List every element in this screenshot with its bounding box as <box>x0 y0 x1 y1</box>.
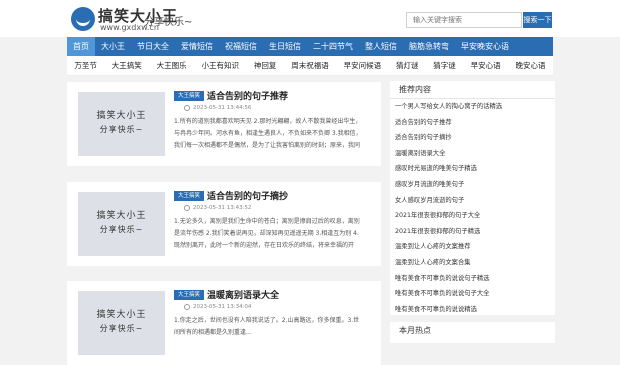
nav-item-morning-night[interactable]: 早安晚安心语 <box>455 37 515 56</box>
thumbnail-title: 搞笑大小王 <box>96 310 147 320</box>
main-nav: 首页 大小王 节日大全 爱情短信 祝福短信 生日短信 二十四节气 整人短信 脑筋… <box>67 37 553 56</box>
recommended-item[interactable]: 唯有美食不可辜负的说说精选 <box>390 302 555 318</box>
article-thumbnail[interactable]: 搞笑大小王 分享快乐~ <box>78 291 165 355</box>
article-card: 搞笑大小王 分享快乐~ 大王搞笑 适合告别的句子摘抄 2023-05-31 13… <box>67 182 381 266</box>
slogan: 分享快乐~ <box>144 17 193 28</box>
subnav-item[interactable]: 神回复 <box>254 60 277 71</box>
subnav-item[interactable]: 大王图乐 <box>157 60 187 71</box>
recommended-item[interactable]: 唯有美食不可辜负的说说句子精选 <box>390 271 555 287</box>
article-date: 2023-05-31 13:34:04 <box>193 304 252 310</box>
thumbnail-slogan: 分享快乐~ <box>99 225 144 234</box>
article-card: 搞笑大小王 分享快乐~ 大王搞笑 适合告别的句子推荐 2023-05-31 13… <box>67 82 381 166</box>
article-card: 搞笑大小王 分享快乐~ 大王搞笑 温暖离别语录大全 2023-05-31 13:… <box>67 281 381 365</box>
article-category-tag[interactable]: 大王搞笑 <box>174 91 204 101</box>
subnav-item[interactable]: 大王搞笑 <box>112 60 142 71</box>
site-header: 搞笑大小王 www.gxdxw.cn 分享快乐~ 搜索一下 <box>0 0 620 37</box>
nav-item-home[interactable]: 首页 <box>67 37 95 56</box>
article-thumbnail[interactable]: 搞笑大小王 分享快乐~ <box>78 192 165 256</box>
search-button[interactable]: 搜索一下 <box>523 12 552 28</box>
recommended-sidebar: 推荐内容 一个男人写给女人的掏心窝子的话精选 适合告别的句子推荐 适合告别的句子… <box>390 81 555 315</box>
hot-title: 本月热点 <box>399 326 431 335</box>
nav-item-birthday-sms[interactable]: 生日短信 <box>263 37 307 56</box>
article-title[interactable]: 适合告别的句子推荐 <box>207 89 288 102</box>
thumbnail-title: 搞笑大小王 <box>96 111 147 121</box>
recommended-list: 一个男人写给女人的掏心窝子的话精选 适合告别的句子推荐 适合告别的句子摘抄 温暖… <box>390 99 555 317</box>
recommended-item[interactable]: 温柔到让人心疼的文案合集 <box>390 255 555 271</box>
subnav-item[interactable]: 小王有知识 <box>202 60 240 71</box>
sidebar-title: 推荐内容 <box>390 81 555 99</box>
recommended-item[interactable]: 唯有美食不可辜负的说说句子大全 <box>390 286 555 302</box>
search-input[interactable] <box>406 12 522 28</box>
nav-item-solar-terms[interactable]: 二十四节气 <box>307 37 359 56</box>
recommended-item[interactable]: 一个男人写给女人的掏心窝子的话精选 <box>390 99 555 115</box>
recommended-item[interactable]: 感叹岁月流逝的唯美句子 <box>390 177 555 193</box>
article-date: 2023-05-31 13:43:52 <box>193 205 252 211</box>
clock-icon <box>184 304 190 310</box>
thumbnail-title: 搞笑大小王 <box>96 211 147 221</box>
article-category-tag[interactable]: 大王搞笑 <box>174 290 204 300</box>
article-title[interactable]: 温暖离别语录大全 <box>207 288 279 301</box>
subnav-item[interactable]: 周末祝福语 <box>291 60 329 71</box>
article-excerpt: 1.无论多久，离别是我们生命中的苍白；离别是擦肩过后的叹息，离别是流年伤感 2.… <box>174 218 360 249</box>
logo-icon[interactable] <box>71 7 95 31</box>
monthly-hot-panel: 本月热点 <box>390 322 555 343</box>
recommended-item[interactable]: 温暖离别语录大全 <box>390 146 555 162</box>
nav-item-love-sms[interactable]: 爱情短信 <box>175 37 219 56</box>
article-excerpt: 1.所有的道别我都喜欢明天见 2.那时光翩翩，故人不散我曾经出华生，与冉冉少年同… <box>174 118 362 149</box>
subnav-item[interactable]: 猜灯谜 <box>396 60 419 71</box>
nav-item-festivals[interactable]: 节日大全 <box>131 37 175 56</box>
article-category-tag[interactable]: 大王搞笑 <box>174 191 204 201</box>
subnav-item[interactable]: 晚安心语 <box>516 60 546 71</box>
article-thumbnail[interactable]: 搞笑大小王 分享快乐~ <box>78 92 165 156</box>
thumbnail-slogan: 分享快乐~ <box>99 324 144 333</box>
nav-item-prank-sms[interactable]: 整人短信 <box>359 37 403 56</box>
subnav-item[interactable]: 早安心语 <box>471 60 501 71</box>
recommended-item[interactable]: 适合告别的句子摘抄 <box>390 130 555 146</box>
recommended-item[interactable]: 感叹时光易逝的唯美句子精选 <box>390 161 555 177</box>
article-title[interactable]: 适合告别的句子摘抄 <box>207 189 288 202</box>
sub-nav: 万圣节 大王搞笑 大王图乐 小王有知识 神回复 周末祝福语 早安问候语 猜灯谜 … <box>67 56 553 76</box>
article-excerpt: 1.你走之后，世间也没有人陪我说话了。2.山高路远，你多保重。3.世间所有的相遇… <box>174 317 360 336</box>
nav-item-blessing-sms[interactable]: 祝福短信 <box>219 37 263 56</box>
recommended-item[interactable]: 2021年很丧很抑郁的句子精选 <box>390 224 555 240</box>
recommended-item[interactable]: 温柔到让人心疼的文案推荐 <box>390 239 555 255</box>
subnav-item[interactable]: 万圣节 <box>74 60 97 71</box>
thumbnail-slogan: 分享快乐~ <box>99 125 144 134</box>
recommended-item[interactable]: 适合告别的句子推荐 <box>390 115 555 131</box>
nav-item-riddles[interactable]: 脑筋急转弯 <box>403 37 455 56</box>
subnav-item[interactable]: 猜字谜 <box>433 60 456 71</box>
clock-icon <box>184 205 190 211</box>
article-date: 2023-05-31 13:44:56 <box>193 105 252 111</box>
subnav-item[interactable]: 早安问候语 <box>344 60 382 71</box>
clock-icon <box>184 105 190 111</box>
nav-item-dxw[interactable]: 大小王 <box>95 37 131 56</box>
recommended-item[interactable]: 2021年很丧很抑郁的句子大全 <box>390 208 555 224</box>
recommended-item[interactable]: 女人感叹岁月流逝的句子 <box>390 193 555 209</box>
